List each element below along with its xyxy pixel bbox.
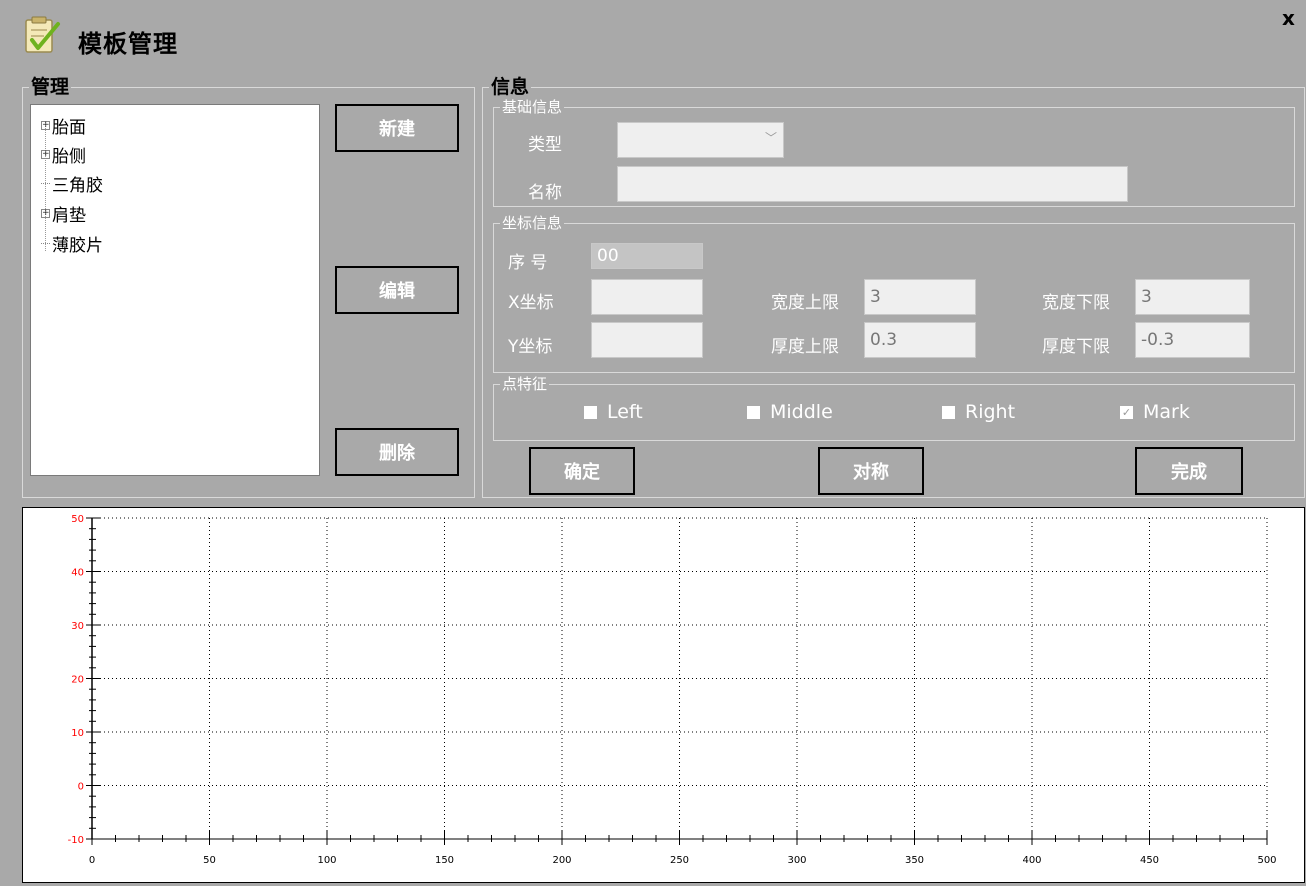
tree-item-label: 胎面	[52, 117, 86, 138]
coord-info-legend: 坐标信息	[502, 214, 563, 232]
tree-item-label: 胎侧	[52, 146, 86, 167]
tree-item-thin-sheet[interactable]: 薄胶片	[41, 229, 103, 257]
basic-info-legend: 基础信息	[502, 98, 563, 116]
chart-canvas: 0 50 100 150 200 250 300 350 400 450 500 -10 0 10 20 30…	[68, 514, 1277, 866]
y-tick-label: 40	[71, 568, 84, 579]
name-label: 名称	[528, 183, 562, 203]
checkmark-icon[interactable]: ✓	[1120, 405, 1133, 419]
x-coord-label: X坐标	[508, 293, 554, 313]
checkbox-box[interactable]	[942, 405, 955, 419]
x-tick-label: 400	[1022, 855, 1041, 866]
right-checkbox-label: Right	[965, 401, 1016, 423]
window-title: 模板管理	[78, 30, 178, 58]
x-tick-label: 250	[670, 855, 689, 866]
x-tick-label: 500	[1257, 855, 1276, 866]
y-tick-label: -10	[68, 835, 84, 846]
middle-checkbox-label: Middle	[770, 401, 833, 423]
checkbox-box[interactable]	[747, 405, 760, 419]
left-checkbox-label: Left	[607, 401, 643, 423]
symmetric-button[interactable]: 对称	[818, 447, 924, 495]
close-button[interactable]: x	[1282, 6, 1295, 30]
tree-item-shoulder-pad[interactable]: + 肩垫	[41, 199, 86, 227]
x-tick-label: 50	[203, 855, 216, 866]
edit-button[interactable]: 编辑	[335, 266, 459, 314]
done-button[interactable]: 完成	[1135, 447, 1243, 495]
tree-item-tread[interactable]: + 胎面	[41, 111, 86, 139]
width-upper-label: 宽度上限	[771, 293, 839, 313]
mark-checkbox-label: Mark	[1143, 401, 1190, 423]
y-coord-field[interactable]	[591, 322, 703, 358]
tree-branch-line	[41, 182, 50, 184]
x-tick-label: 100	[317, 855, 336, 866]
point-feature-legend: 点特征	[502, 375, 548, 393]
middle-checkbox[interactable]: Middle	[747, 401, 833, 423]
width-lower-field[interactable]: 3	[1135, 279, 1250, 315]
tree-item-label: 肩垫	[52, 205, 86, 226]
name-field[interactable]	[617, 166, 1128, 202]
thickness-lower-field[interactable]: -0.3	[1135, 322, 1250, 358]
thickness-upper-label: 厚度上限	[771, 337, 839, 357]
x-tick-label: 300	[787, 855, 806, 866]
x-tick-label: 350	[905, 855, 924, 866]
right-checkbox[interactable]: Right	[942, 401, 1015, 423]
type-label: 类型	[528, 135, 562, 155]
chevron-down-icon: ﹀	[764, 131, 777, 145]
width-lower-label: 宽度下限	[1042, 293, 1110, 313]
y-tick-label: 50	[71, 514, 84, 525]
expand-icon[interactable]: +	[41, 120, 50, 130]
new-button[interactable]: 新建	[335, 104, 459, 152]
template-icon	[22, 14, 62, 56]
y-tick-label: 0	[78, 782, 84, 793]
x-tick-label: 200	[552, 855, 571, 866]
tree-item-label: 薄胶片	[52, 235, 103, 256]
x-tick-label: 150	[435, 855, 454, 866]
tree-item-sidewall[interactable]: + 胎侧	[41, 140, 86, 168]
checkbox-box[interactable]	[584, 405, 597, 419]
template-tree[interactable]: + 胎面 + 胎侧 三角胶 + 肩垫 薄胶片	[30, 104, 320, 476]
coordinate-chart[interactable]: 0 50 100 150 200 250 300 350 400 450 500 -10 0 10 20 30…	[22, 507, 1305, 883]
mark-checkbox[interactable]: ✓ Mark	[1120, 401, 1190, 423]
x-tick-label: 0	[89, 855, 95, 866]
info-legend: 信息	[491, 76, 530, 98]
confirm-button[interactable]: 确定	[529, 447, 635, 495]
seq-label: 序 号	[508, 253, 548, 273]
y-tick-label: 30	[71, 621, 84, 632]
thickness-upper-field[interactable]: 0.3	[864, 322, 976, 358]
management-legend: 管理	[31, 76, 70, 98]
y-coord-label: Y坐标	[508, 337, 553, 357]
expand-icon[interactable]: +	[41, 208, 50, 218]
y-tick-label: 20	[71, 675, 84, 686]
tree-branch-line	[41, 242, 50, 244]
left-checkbox[interactable]: Left	[584, 401, 643, 423]
tree-item-label: 三角胶	[52, 175, 103, 196]
expand-icon[interactable]: +	[41, 149, 50, 159]
x-tick-label: 450	[1140, 855, 1159, 866]
delete-button[interactable]: 删除	[335, 428, 459, 476]
width-upper-field[interactable]: 3	[864, 279, 976, 315]
type-select[interactable]: ﹀	[617, 122, 784, 158]
seq-field[interactable]: 00	[591, 243, 703, 269]
tree-item-apex[interactable]: 三角胶	[41, 169, 103, 197]
x-coord-field[interactable]	[591, 279, 703, 315]
thickness-lower-label: 厚度下限	[1042, 337, 1110, 357]
y-tick-label: 10	[71, 728, 84, 739]
